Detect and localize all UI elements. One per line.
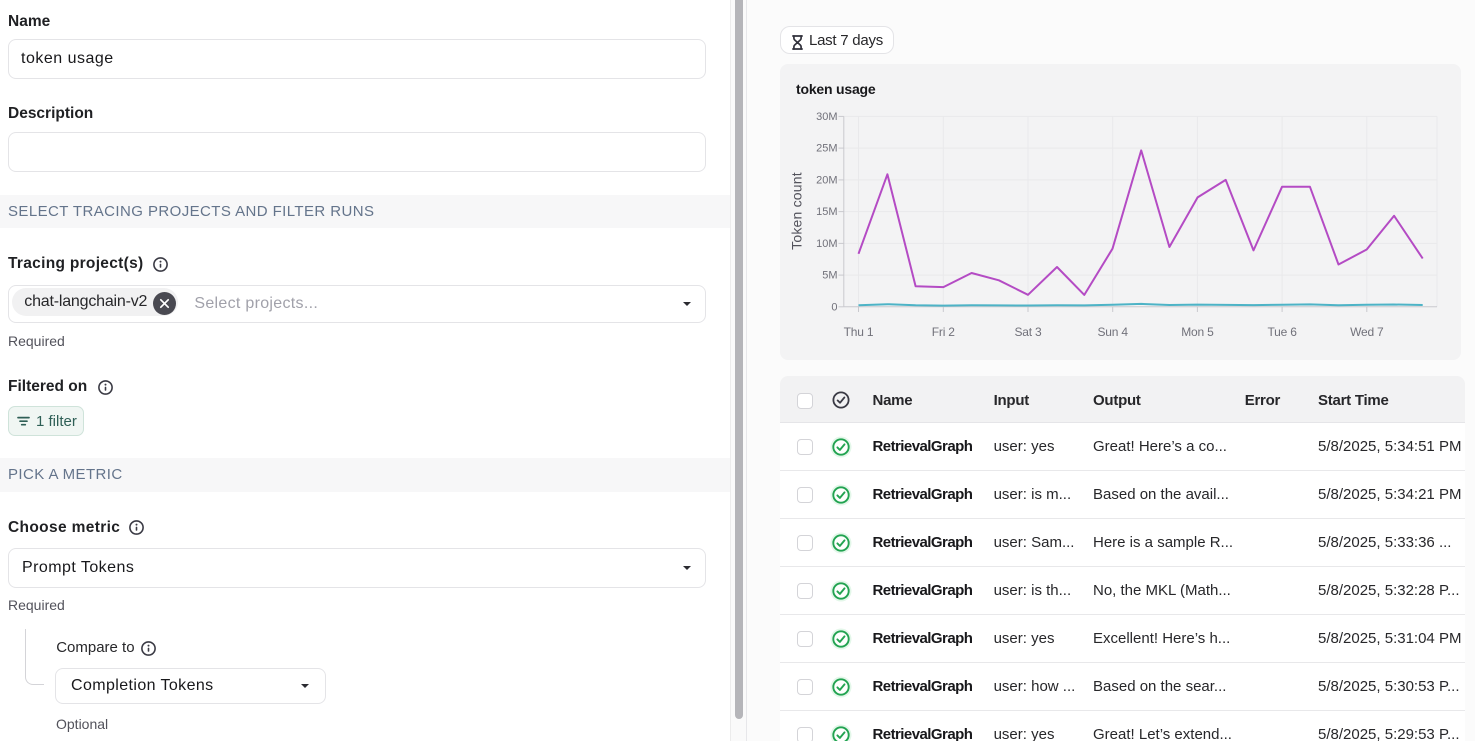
svg-text:Sat 3: Sat 3 <box>1014 325 1042 339</box>
svg-text:10M: 10M <box>816 238 837 250</box>
svg-text:Wed 7: Wed 7 <box>1350 325 1384 339</box>
svg-text:Tue 6: Tue 6 <box>1267 325 1297 339</box>
svg-text:15M: 15M <box>816 206 837 218</box>
svg-text:25M: 25M <box>816 143 837 155</box>
svg-text:5M: 5M <box>822 270 837 282</box>
svg-text:30M: 30M <box>816 111 837 123</box>
svg-text:0: 0 <box>831 301 837 313</box>
svg-text:20M: 20M <box>816 175 837 187</box>
svg-text:Thu 1: Thu 1 <box>844 325 874 339</box>
svg-text:Mon 5: Mon 5 <box>1181 325 1214 339</box>
svg-text:Token count: Token count <box>789 172 805 250</box>
svg-text:Sun 4: Sun 4 <box>1098 325 1129 339</box>
svg-text:Fri 2: Fri 2 <box>932 325 956 339</box>
